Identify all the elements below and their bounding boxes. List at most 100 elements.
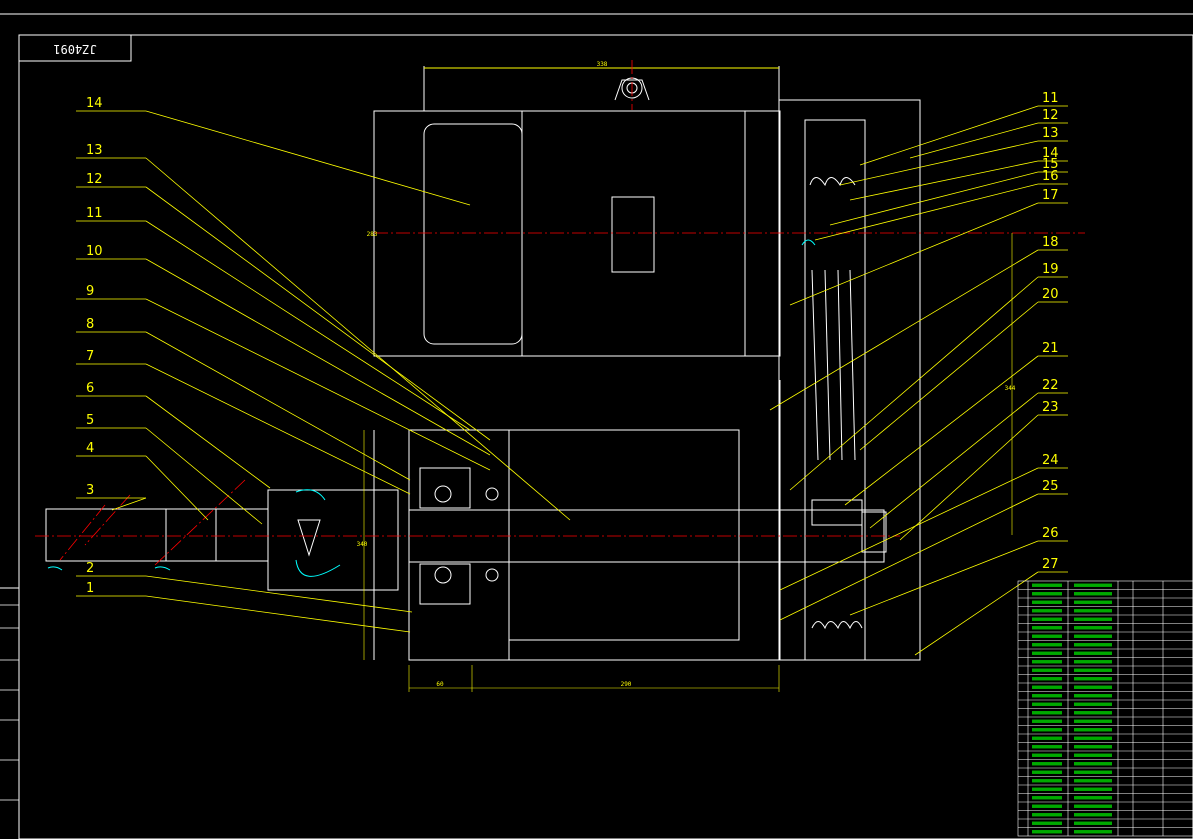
title-stamp: JZ4091	[53, 42, 96, 56]
bom-cell-marker	[1032, 660, 1062, 664]
leader-line	[814, 183, 1039, 241]
leader-line	[909, 122, 1039, 159]
bom-cell-marker	[1032, 821, 1062, 825]
sheet-frame	[0, 13, 1193, 839]
part-label: 2	[86, 561, 94, 576]
part-label: 14	[86, 96, 103, 111]
bom-cell-marker	[1074, 728, 1112, 732]
bom-cell-marker	[1074, 821, 1112, 825]
leader-line	[145, 427, 263, 525]
bom-cell-marker	[1074, 830, 1112, 834]
centerlines	[35, 60, 1085, 566]
part-label: 6	[86, 381, 94, 396]
dim-left-height: 340	[357, 541, 368, 548]
leader-line	[145, 110, 471, 206]
bom-cell-marker	[1032, 779, 1062, 783]
leader-line	[145, 395, 271, 489]
leader-line	[145, 363, 411, 495]
bom-cell-marker	[1032, 830, 1062, 834]
bom-cell-marker	[1032, 626, 1062, 630]
bom-cell-marker	[1074, 745, 1112, 749]
bom-cell-marker	[1074, 651, 1112, 655]
leader-line	[145, 298, 491, 471]
part-label: 17	[1042, 188, 1059, 203]
bom-cell-marker	[1074, 668, 1112, 672]
dim-motor-height: 283	[367, 231, 378, 238]
leader-line	[779, 493, 1039, 621]
bom-cell-marker	[1032, 668, 1062, 672]
dim-bottom-left: 60	[436, 681, 444, 688]
part-label: 9	[86, 284, 94, 299]
bom-cell-marker	[1032, 804, 1062, 808]
part-label: 1	[86, 581, 94, 596]
bom-cell-marker	[1032, 736, 1062, 740]
bom-cell-marker	[1032, 796, 1062, 800]
motor-assembly	[373, 66, 781, 357]
bom-cell-marker	[1032, 762, 1062, 766]
cad-drawing: JZ4091 338 283 344 340 60 290 1234567891…	[0, 13, 1193, 839]
part-label: 23	[1042, 400, 1059, 415]
part-label: 16	[1042, 169, 1059, 184]
bom-cell-marker	[1032, 728, 1062, 732]
leader-line	[839, 140, 1039, 186]
part-label: 22	[1042, 378, 1059, 393]
leader-line	[859, 105, 1039, 166]
bom-cell-marker	[1074, 660, 1112, 664]
leader-line	[914, 571, 1039, 656]
bom-cell-marker	[1074, 617, 1112, 621]
bom-cell-marker	[1032, 634, 1062, 638]
leader-lines	[76, 105, 1068, 656]
dim-top-width: 338	[597, 61, 608, 68]
part-label: 27	[1042, 557, 1059, 572]
bom-cell-marker	[1074, 796, 1112, 800]
bom-cell-marker	[1074, 787, 1112, 791]
bom-cell-marker	[1074, 583, 1112, 587]
bom-cell-marker	[1032, 651, 1062, 655]
leader-line	[849, 160, 1039, 201]
bom-cell-marker	[1074, 600, 1112, 604]
bom-cell-marker	[1074, 592, 1112, 596]
part-label: 20	[1042, 287, 1059, 302]
leader-line	[145, 455, 209, 521]
part-label: 8	[86, 317, 94, 332]
part-label: 3	[86, 483, 94, 498]
part-label: 7	[86, 349, 94, 364]
bom-cell-marker	[1074, 634, 1112, 638]
bom-cell-marker	[1032, 813, 1062, 817]
left-strip	[0, 604, 19, 801]
part-label: 4	[86, 441, 94, 456]
bom-cell-marker	[1074, 753, 1112, 757]
bom-cell-marker	[1032, 753, 1062, 757]
leader-line	[145, 575, 413, 613]
leader-line	[789, 202, 1039, 306]
leader-line	[145, 595, 411, 633]
bom-cell-marker	[1032, 702, 1062, 706]
bom-cell-marker	[1032, 694, 1062, 698]
bom-cell-marker	[1074, 813, 1112, 817]
bom-cell-marker	[1032, 719, 1062, 723]
bom-cell-marker	[1074, 677, 1112, 681]
leader-line	[145, 186, 491, 441]
leader-line	[859, 301, 1039, 451]
bom-cell-marker	[1032, 617, 1062, 621]
right-housing	[778, 99, 921, 661]
bom-cell-marker	[1074, 694, 1112, 698]
leader-line	[145, 157, 571, 521]
dim-bottom-right: 290	[621, 681, 632, 688]
cylinder	[45, 508, 269, 562]
bom-cell-marker	[1074, 711, 1112, 715]
leader-line	[111, 497, 147, 511]
part-label: 26	[1042, 526, 1059, 541]
bom-cell-marker	[1074, 702, 1112, 706]
bom-cell-marker	[1032, 677, 1062, 681]
leader-line	[779, 467, 1039, 591]
leader-line	[145, 220, 471, 431]
bom-cell-marker	[1032, 787, 1062, 791]
bom-cell-marker	[1074, 643, 1112, 647]
part-label: 24	[1042, 453, 1059, 468]
leader-line	[145, 331, 411, 481]
bom-cell-marker	[1032, 711, 1062, 715]
bom-cell-marker	[1032, 685, 1062, 689]
part-label: 21	[1042, 341, 1059, 356]
part-label: 13	[86, 143, 103, 158]
